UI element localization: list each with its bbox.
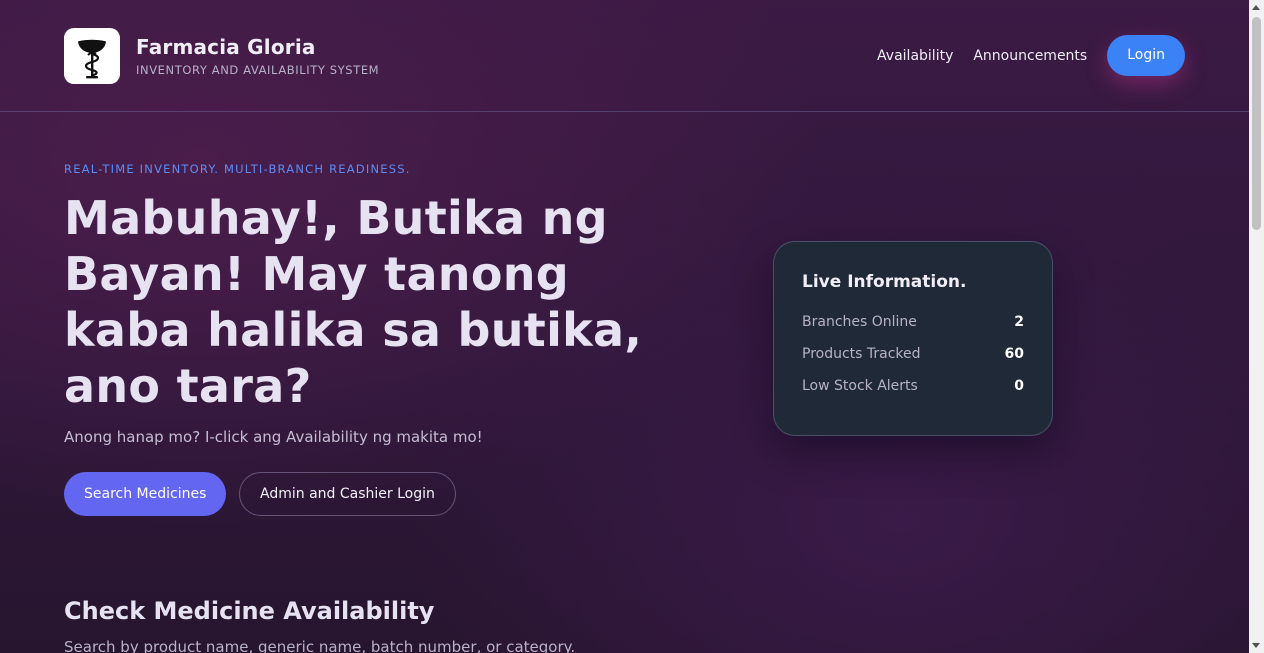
hero-eyebrow: REAL-TIME INVENTORY. MULTI-BRANCH READIN… (64, 162, 411, 176)
stat-value: 2 (1014, 314, 1024, 330)
stat-row-products-tracked: Products Tracked 60 (802, 338, 1024, 370)
stat-label: Products Tracked (802, 346, 921, 362)
search-medicines-button[interactable]: Search Medicines (64, 472, 227, 516)
stat-label: Low Stock Alerts (802, 378, 918, 394)
login-button[interactable]: Login (1107, 35, 1185, 76)
pharmacy-caduceus-icon (78, 39, 106, 79)
scrollbar-thumb[interactable] (1252, 17, 1261, 230)
section-title: Check Medicine Availability (64, 597, 435, 625)
stat-value: 0 (1014, 378, 1024, 394)
stat-row-low-stock-alerts: Low Stock Alerts 0 (802, 370, 1024, 402)
hero-subtitle: Anong hanap mo? I-click ang Availability… (64, 428, 483, 446)
live-information-title: Live Information. (802, 272, 967, 292)
nav-link-availability[interactable]: Availability (877, 48, 953, 64)
scroll-up-arrow-icon[interactable] (1252, 5, 1260, 10)
admin-cashier-login-button[interactable]: Admin and Cashier Login (239, 472, 456, 516)
main-nav: Availability Announcements Login (877, 35, 1185, 76)
brand-subtitle: INVENTORY AND AVAILABILITY SYSTEM (136, 63, 380, 77)
page: Farmacia Gloria INVENTORY AND AVAILABILI… (0, 0, 1249, 653)
stat-row-branches-online: Branches Online 2 (802, 306, 1024, 338)
live-information-card: Live Information. Branches Online 2 Prod… (773, 241, 1053, 436)
stat-label: Branches Online (802, 314, 917, 330)
section-subtitle: Search by product name, generic name, ba… (64, 638, 576, 653)
hero-title: Mabuhay!, Butika ng Bayan! May tanong ka… (64, 191, 643, 413)
site-header: Farmacia Gloria INVENTORY AND AVAILABILI… (0, 0, 1249, 112)
brand-name: Farmacia Gloria (136, 35, 316, 59)
brand-logo[interactable] (64, 28, 120, 84)
scroll-down-arrow-icon[interactable] (1252, 643, 1260, 648)
vertical-scrollbar[interactable] (1249, 0, 1264, 653)
nav-link-announcements[interactable]: Announcements (973, 48, 1087, 64)
stat-value: 60 (1004, 346, 1024, 362)
